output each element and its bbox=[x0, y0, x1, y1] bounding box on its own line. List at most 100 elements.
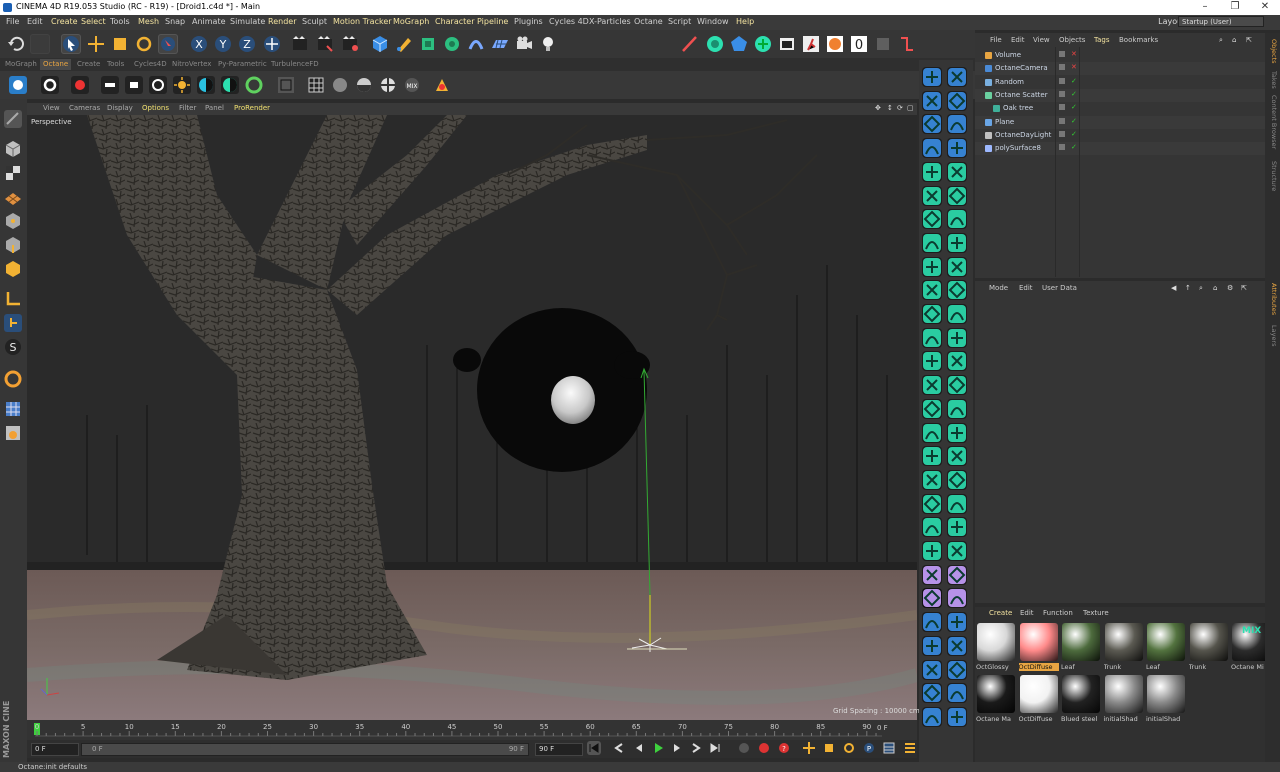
lock-workplane-icon[interactable] bbox=[3, 423, 23, 443]
material-menu-edit[interactable]: Edit bbox=[1020, 609, 1034, 617]
plugin-tool-icon[interactable] bbox=[947, 706, 967, 727]
plugin-tool-icon[interactable] bbox=[947, 683, 967, 704]
object-name[interactable]: Plane bbox=[995, 118, 1014, 126]
object-row[interactable]: OctaneCamera ✕ bbox=[975, 62, 1265, 76]
plugin-tool-icon[interactable] bbox=[922, 185, 942, 206]
menu-mesh[interactable]: Mesh bbox=[138, 17, 159, 26]
key-pla-icon[interactable] bbox=[882, 741, 896, 755]
runner-icon[interactable] bbox=[801, 34, 821, 54]
model-mode-icon[interactable] bbox=[3, 139, 23, 159]
tweak-mode-icon[interactable] bbox=[3, 313, 23, 333]
workplane-icon[interactable] bbox=[3, 187, 23, 207]
object-name[interactable]: Octane Scatter bbox=[995, 91, 1048, 99]
menu-snap[interactable]: Snap bbox=[165, 17, 185, 26]
material-swatch[interactable]: Leaf bbox=[1146, 623, 1186, 673]
render-picture-viewer-icon[interactable] bbox=[315, 34, 335, 54]
material-swatch[interactable]: OctDiffuse bbox=[1019, 675, 1059, 725]
object-visibility-icon[interactable]: ✓ bbox=[1071, 117, 1077, 125]
object-name[interactable]: OctaneCamera bbox=[995, 64, 1048, 72]
render-view-icon[interactable] bbox=[290, 34, 310, 54]
plugin-tool-icon[interactable] bbox=[922, 635, 942, 656]
material-swatch[interactable]: OctDiffuse bbox=[1018, 623, 1059, 673]
plugin-tool-icon[interactable] bbox=[947, 280, 967, 301]
menu-pipeline[interactable]: Pipeline bbox=[477, 17, 508, 26]
cube-icon[interactable] bbox=[370, 34, 390, 54]
side-tab-objects[interactable]: Objects bbox=[1267, 39, 1278, 64]
menu-create[interactable]: Create bbox=[51, 17, 78, 26]
plugin-tool-icon[interactable] bbox=[922, 588, 942, 609]
viewport-move-icon[interactable]: ✥ bbox=[875, 104, 881, 112]
y-axis-button[interactable]: Y bbox=[213, 34, 233, 54]
tab-octane[interactable]: Octane bbox=[40, 59, 72, 70]
menu-script[interactable]: Script bbox=[668, 17, 691, 26]
octane-diffuse-mat-icon[interactable] bbox=[330, 75, 350, 95]
octane-fur-icon[interactable] bbox=[276, 75, 296, 95]
material-swatch[interactable]: Leaf bbox=[1061, 623, 1101, 673]
bracket-icon[interactable] bbox=[897, 34, 917, 54]
light-icon[interactable] bbox=[538, 34, 558, 54]
object-home-icon[interactable]: ⌂ bbox=[1232, 36, 1236, 44]
object-name[interactable]: Random bbox=[995, 78, 1024, 86]
plugin-tool-icon[interactable] bbox=[947, 161, 967, 182]
cloner-icon[interactable] bbox=[442, 34, 462, 54]
floor-icon[interactable] bbox=[490, 34, 510, 54]
menu-xparticles[interactable]: X-Particles bbox=[589, 17, 631, 26]
layout-select[interactable]: Startup (User) bbox=[1178, 16, 1264, 27]
plugin-tool-icon[interactable] bbox=[947, 209, 967, 230]
plugin-tool-icon[interactable] bbox=[922, 304, 942, 324]
move-icon[interactable] bbox=[86, 34, 106, 54]
menu-render[interactable]: Render bbox=[268, 17, 296, 26]
menu-simulate[interactable]: Simulate bbox=[230, 17, 265, 26]
octane-grid-icon[interactable] bbox=[306, 75, 326, 95]
plugin-tool-icon[interactable] bbox=[947, 588, 967, 609]
object-layer-icon[interactable] bbox=[1059, 51, 1065, 57]
object-visibility-icon[interactable]: ✕ bbox=[1071, 50, 1077, 58]
tab-cycles4d[interactable]: Cycles4D bbox=[131, 59, 170, 70]
maximize-icon[interactable]: ❐ bbox=[1225, 1, 1245, 12]
knife-icon[interactable] bbox=[680, 34, 700, 54]
plugin-tool-icon[interactable] bbox=[922, 541, 942, 561]
octane-spotlight-icon[interactable] bbox=[148, 75, 168, 95]
attribute-search-icon[interactable]: ⌕ bbox=[1199, 284, 1203, 293]
recent-tool-icon[interactable] bbox=[158, 34, 178, 54]
octane-glossy-mat-icon[interactable] bbox=[354, 75, 374, 95]
object-layer-icon[interactable] bbox=[1059, 130, 1065, 137]
plugin-tool-icon[interactable] bbox=[922, 161, 942, 182]
axis-mode-icon[interactable] bbox=[3, 289, 23, 309]
scale-icon[interactable] bbox=[110, 34, 130, 54]
redo-icon[interactable] bbox=[30, 34, 50, 54]
plugin-tool-icon[interactable] bbox=[947, 114, 967, 135]
edges-mode-icon[interactable] bbox=[3, 235, 23, 255]
teal-sphere-icon[interactable] bbox=[705, 34, 725, 54]
key-param-icon[interactable]: P bbox=[862, 741, 876, 755]
object-menu-file[interactable]: File bbox=[990, 36, 1002, 44]
plugin-tool-icon[interactable] bbox=[947, 90, 967, 111]
next-key-icon[interactable] bbox=[689, 741, 703, 755]
plugin-tool-icon[interactable] bbox=[922, 469, 942, 490]
material-swatch[interactable]: initialShad bbox=[1146, 675, 1186, 725]
plugin-tool-icon[interactable] bbox=[922, 659, 942, 680]
grid-toggle-icon[interactable] bbox=[873, 34, 893, 54]
tab-nitrovertex[interactable]: NitroVertex bbox=[169, 59, 214, 70]
menu-animate[interactable]: Animate bbox=[192, 17, 226, 26]
octane-live-viewer-icon[interactable] bbox=[8, 75, 28, 95]
magnet-icon[interactable] bbox=[3, 369, 23, 389]
plugin-tool-icon[interactable] bbox=[947, 256, 967, 277]
plugin-tool-icon[interactable] bbox=[922, 232, 942, 253]
plugin-tool-icon[interactable] bbox=[947, 612, 967, 633]
object-layer-icon[interactable] bbox=[1059, 144, 1065, 151]
prev-key-icon[interactable] bbox=[612, 741, 626, 755]
object-row[interactable]: OctaneDayLight ✓ bbox=[975, 129, 1265, 142]
viewport-menu-cameras[interactable]: Cameras bbox=[69, 104, 100, 112]
menu-window[interactable]: Window bbox=[697, 17, 729, 26]
start-frame-field[interactable]: 0 F bbox=[31, 743, 79, 756]
plugin-tool-icon[interactable] bbox=[922, 517, 942, 538]
menu-select[interactable]: Select bbox=[81, 17, 106, 26]
z-axis-button[interactable]: Z bbox=[237, 34, 257, 54]
plugin-tool-icon[interactable] bbox=[922, 564, 942, 585]
object-row[interactable]: Volume ✕ bbox=[975, 49, 1265, 62]
object-menu-edit[interactable]: Edit bbox=[1011, 36, 1025, 44]
material-swatch[interactable]: Trunk bbox=[1189, 623, 1229, 673]
deformer-icon[interactable] bbox=[466, 34, 486, 54]
object-name[interactable]: Oak tree bbox=[1003, 104, 1033, 112]
